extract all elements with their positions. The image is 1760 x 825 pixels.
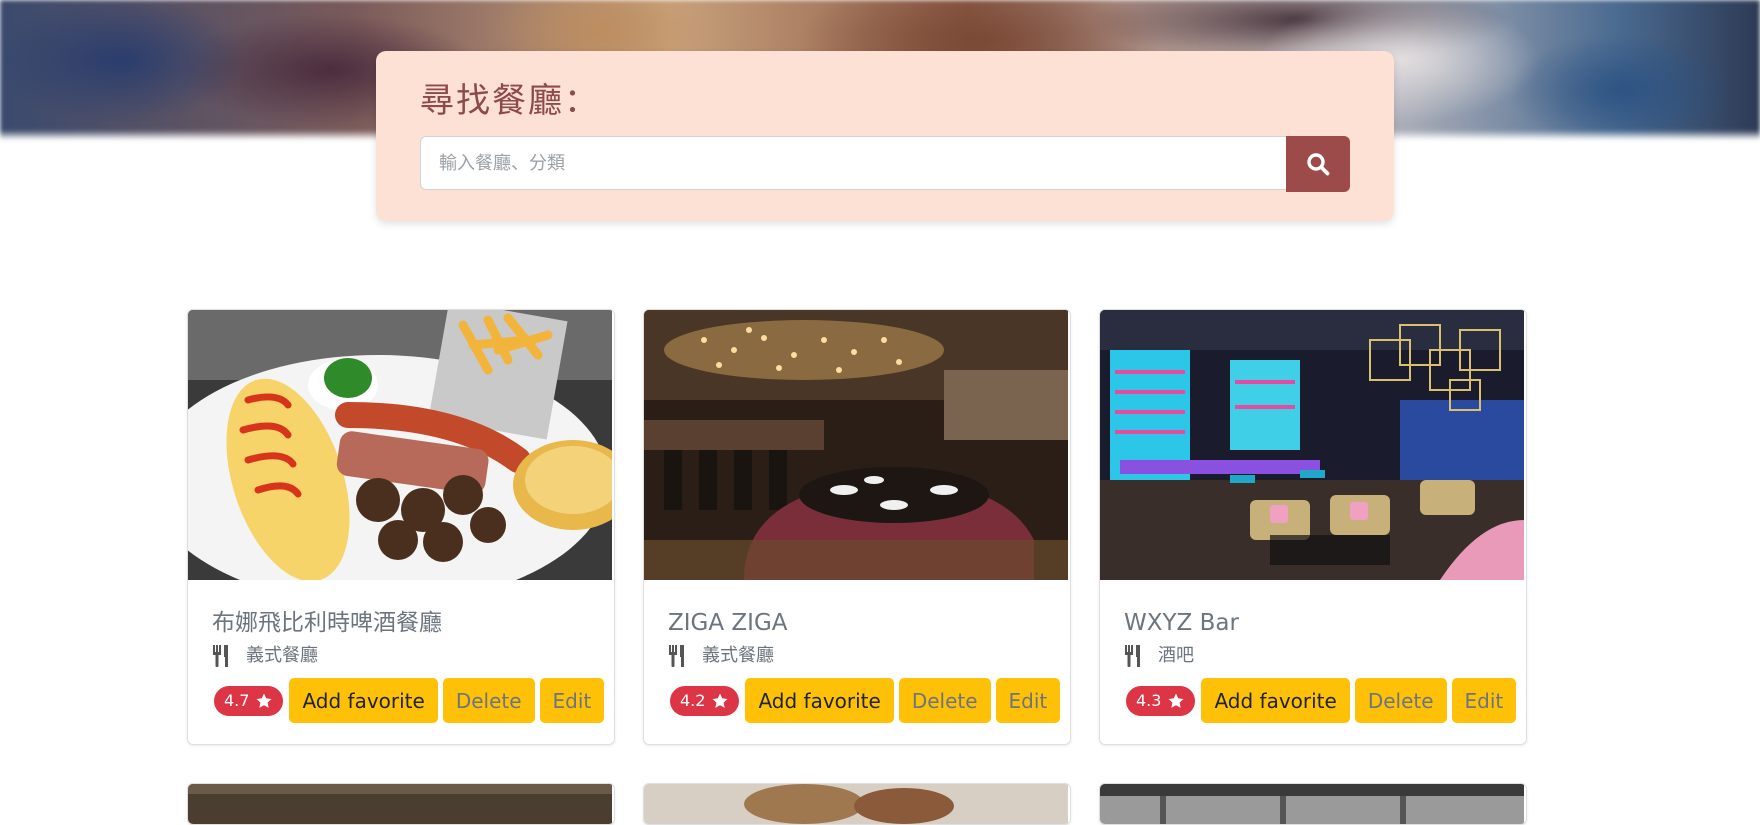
restaurant-name[interactable]: ZIGA ZIGA [668,608,788,638]
edit-button[interactable]: Edit [995,678,1061,723]
restaurant-name[interactable]: WXYZ Bar [1124,608,1239,638]
restaurant-image[interactable] [1100,310,1524,580]
restaurant-card [643,783,1071,825]
card-body: WXYZ Bar 酒吧 4.3 Add favorite Delete Edit [1100,580,1524,740]
edit-button[interactable]: Edit [1451,678,1517,723]
restaurant-image[interactable] [644,784,1068,824]
restaurant-card [187,783,615,825]
card-actions: 4.2 Add favorite Delete Edit [670,678,1065,723]
restaurant-category: 義式餐廳 [668,644,774,668]
utensils-icon [213,645,228,667]
rating-badge: 4.7 [214,685,284,716]
search-input[interactable] [420,136,1286,190]
restaurant-image[interactable] [188,310,612,580]
restaurant-category: 酒吧 [1124,644,1194,668]
star-icon [1168,693,1184,708]
utensils-icon [669,645,684,667]
card-actions: 4.3 Add favorite Delete Edit [1126,678,1521,723]
card-body: ZIGA ZIGA 義式餐廳 4.2 Add favorite Delete E… [644,580,1068,740]
card-actions: 4.7 Add favorite Delete Edit [214,678,609,723]
edit-button[interactable]: Edit [539,678,605,723]
rating-value: 4.3 [1136,691,1162,710]
card-body: 布娜飛比利時啤酒餐廳 義式餐廳 4.7 Add favorite Delete … [188,580,612,740]
add-favorite-button[interactable]: Add favorite [745,678,894,723]
category-label: 義式餐廳 [702,645,774,666]
search-title: 尋找餐廳： [420,81,600,121]
restaurant-card [1099,783,1527,825]
rating-badge: 4.2 [670,685,740,716]
category-label: 酒吧 [1158,645,1194,666]
star-icon [712,693,728,708]
restaurant-card: 布娜飛比利時啤酒餐廳 義式餐廳 4.7 Add favorite Delete … [187,309,615,745]
restaurant-image[interactable] [644,310,1068,580]
rating-value: 4.2 [680,691,706,710]
delete-button[interactable]: Delete [1354,678,1447,723]
rating-value: 4.7 [224,691,250,710]
restaurant-card: WXYZ Bar 酒吧 4.3 Add favorite Delete Edit [1099,309,1527,745]
search-icon [1307,153,1330,176]
category-label: 義式餐廳 [246,645,318,666]
restaurant-image[interactable] [1100,784,1524,824]
restaurant-name[interactable]: 布娜飛比利時啤酒餐廳 [212,608,442,638]
add-favorite-button[interactable]: Add favorite [1201,678,1350,723]
restaurant-image[interactable] [188,784,612,824]
restaurant-card: ZIGA ZIGA 義式餐廳 4.2 Add favorite Delete E… [643,309,1071,745]
search-button[interactable] [1286,136,1350,192]
rating-badge: 4.3 [1126,685,1196,716]
delete-button[interactable]: Delete [898,678,991,723]
restaurant-category: 義式餐廳 [212,644,318,668]
add-favorite-button[interactable]: Add favorite [289,678,438,723]
search-panel: 尋找餐廳： [376,51,1394,221]
utensils-icon [1125,645,1140,667]
delete-button[interactable]: Delete [442,678,535,723]
star-icon [256,693,272,708]
search-bar [420,136,1350,192]
